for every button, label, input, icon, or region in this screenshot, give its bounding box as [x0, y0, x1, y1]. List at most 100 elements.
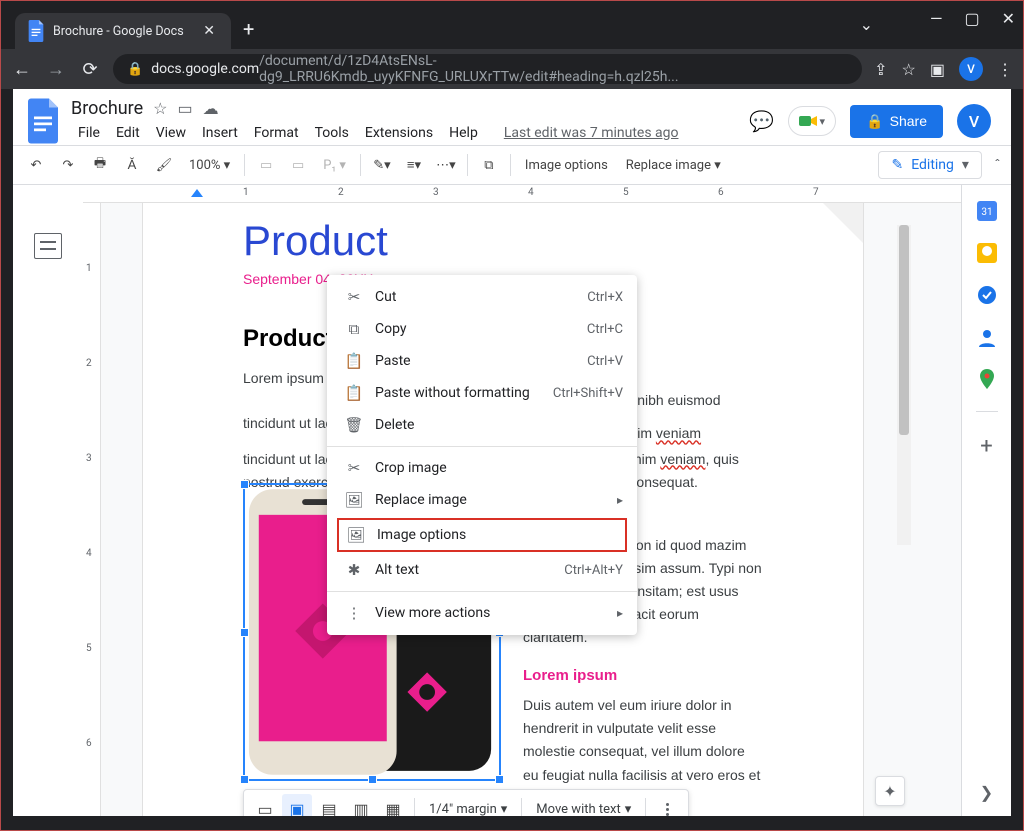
- extension-frame-icon[interactable]: ▣: [930, 60, 945, 79]
- mode-label: Editing: [911, 157, 954, 173]
- behind-text-button[interactable]: ▥: [346, 794, 376, 816]
- cm-view-more[interactable]: ⋮View more actions▸: [327, 597, 637, 629]
- menu-extensions[interactable]: Extensions: [358, 121, 440, 145]
- contacts-icon[interactable]: [977, 327, 997, 347]
- maximize-button[interactable]: ▢: [964, 9, 979, 28]
- image-options-button[interactable]: Image options: [519, 154, 614, 177]
- cm-replace-image[interactable]: 🖼Replace image▸: [327, 484, 637, 516]
- paste-plain-icon: 📋: [341, 384, 367, 402]
- editing-mode-select[interactable]: ✎ Editing ▾: [878, 151, 981, 179]
- cloud-status-icon[interactable]: ☁: [203, 99, 219, 118]
- star-icon[interactable]: ☆: [153, 99, 167, 118]
- document-canvas[interactable]: 1 2 3 4 5 6 7 1 2 3 4 5 6: [83, 185, 961, 816]
- outline-toggle-button[interactable]: [34, 233, 62, 259]
- cut-icon: ✂: [341, 288, 367, 306]
- add-on-button[interactable]: +: [980, 434, 992, 459]
- replace-image-button[interactable]: Replace image ▾: [620, 154, 727, 177]
- wrap-text-button[interactable]: ▣: [282, 794, 312, 816]
- more-icon: ⋮: [341, 604, 367, 622]
- tab-close-button[interactable]: ✕: [199, 23, 219, 39]
- tab-search-icon[interactable]: ⌄: [860, 15, 873, 34]
- lock-icon: 🔒: [127, 62, 143, 77]
- image-toolbar-overflow[interactable]: [652, 794, 682, 816]
- resize-handle[interactable]: [240, 628, 249, 637]
- border-dash-button[interactable]: ⋯▾: [433, 151, 459, 179]
- last-edit-link[interactable]: Last edit was 7 minutes ago: [497, 121, 686, 145]
- chrome-menu-icon[interactable]: ⋮: [997, 60, 1013, 79]
- spellcheck-button[interactable]: Ǎ: [119, 151, 145, 179]
- border-color-button[interactable]: ✎▾: [369, 151, 395, 179]
- vertical-scrollbar[interactable]: [897, 225, 911, 545]
- image-margin-select[interactable]: 1/4" margin ▾: [421, 798, 515, 817]
- horizontal-ruler[interactable]: 1 2 3 4 5 6 7: [83, 185, 961, 203]
- cm-delete[interactable]: 🗑Delete: [327, 409, 637, 441]
- maps-icon[interactable]: [977, 369, 997, 389]
- resize-handle[interactable]: [495, 775, 504, 784]
- vertical-ruler[interactable]: 1 2 3 4 5 6: [83, 203, 101, 816]
- zoom-select[interactable]: 100% ▾: [183, 154, 236, 177]
- url-path: /document/d/1zD4AtsENsL-dg9_LRRU6Kmdb_uy…: [259, 54, 848, 84]
- menu-edit[interactable]: Edit: [109, 121, 147, 145]
- back-button[interactable]: ←: [11, 59, 33, 80]
- menu-help[interactable]: Help: [442, 121, 485, 145]
- paste-icon: 📋: [341, 352, 367, 370]
- explore-button[interactable]: ✦: [875, 776, 905, 806]
- pencil-icon: ✎: [891, 157, 903, 173]
- close-window-button[interactable]: ✕: [1002, 9, 1015, 28]
- cm-image-options[interactable]: 🖼Image options: [343, 523, 621, 547]
- minimize-button[interactable]: —: [930, 9, 943, 28]
- menu-format[interactable]: Format: [247, 121, 306, 145]
- cm-paste-plain[interactable]: 📋Paste without formattingCtrl+Shift+V: [327, 377, 637, 409]
- cm-alt-text[interactable]: ✱Alt textCtrl+Alt+Y: [327, 554, 637, 586]
- calendar-icon[interactable]: 31: [977, 201, 997, 221]
- context-menu: ✂CutCtrl+X ⧉CopyCtrl+C 📋PasteCtrl+V 📋Pas…: [327, 275, 637, 635]
- resize-handle[interactable]: [240, 480, 249, 489]
- document-title[interactable]: Brochure: [71, 98, 143, 119]
- submenu-arrow-icon: ▸: [617, 493, 623, 507]
- copy-icon: ⧉: [341, 320, 367, 338]
- cm-cut[interactable]: ✂CutCtrl+X: [327, 281, 637, 313]
- bookmark-icon[interactable]: ☆: [902, 60, 916, 79]
- pink-subheading: Lorem ipsum: [523, 667, 763, 684]
- collapse-rail-icon[interactable]: ❯: [980, 783, 993, 802]
- browser-toolbar: ← → ⟳ 🔒 docs.google.com/document/d/1zD4A…: [1, 49, 1023, 89]
- new-tab-button[interactable]: +: [231, 9, 266, 49]
- share-url-icon[interactable]: ⇪: [874, 60, 887, 79]
- paint-format-button[interactable]: 🖌: [151, 151, 177, 179]
- break-text-button[interactable]: ▤: [314, 794, 344, 816]
- redo-button[interactable]: ↷: [55, 151, 81, 179]
- share-button[interactable]: 🔒 Share: [850, 105, 943, 138]
- reload-button[interactable]: ⟳: [79, 59, 101, 80]
- keep-icon[interactable]: [977, 243, 997, 263]
- meet-button[interactable]: ▾: [788, 106, 836, 136]
- comments-button[interactable]: 💬: [749, 109, 774, 133]
- move-icon[interactable]: ▭: [177, 99, 192, 118]
- address-bar[interactable]: 🔒 docs.google.com/document/d/1zD4AtsENsL…: [113, 54, 862, 84]
- browser-tab[interactable]: Brochure - Google Docs ✕: [15, 13, 231, 49]
- forward-button[interactable]: →: [45, 59, 67, 80]
- print-button[interactable]: 🖶: [87, 151, 113, 179]
- menu-insert[interactable]: Insert: [195, 121, 245, 145]
- toolbar-overflow-icon[interactable]: ˆ: [994, 156, 1001, 174]
- docs-logo-icon[interactable]: [25, 97, 61, 145]
- menu-tools[interactable]: Tools: [308, 121, 356, 145]
- border-weight-button[interactable]: ≡▾: [401, 151, 427, 179]
- lock-icon: 🔒: [866, 113, 883, 130]
- inline-wrap-button[interactable]: ▭: [250, 794, 280, 816]
- crop-button[interactable]: ⧉: [476, 151, 502, 179]
- google-docs-app: Brochure ☆ ▭ ☁ File Edit View Insert For…: [13, 89, 1011, 816]
- in-front-button[interactable]: ▦: [378, 794, 408, 816]
- menu-bar: File Edit View Insert Format Tools Exten…: [71, 121, 749, 145]
- chrome-profile-avatar[interactable]: V: [959, 57, 983, 81]
- cm-crop-image[interactable]: ✂Crop image: [327, 452, 637, 484]
- menu-file[interactable]: File: [71, 121, 107, 145]
- resize-handle[interactable]: [240, 775, 249, 784]
- cm-copy[interactable]: ⧉CopyCtrl+C: [327, 313, 637, 345]
- menu-view[interactable]: View: [149, 121, 193, 145]
- move-with-text-select[interactable]: Move with text ▾: [528, 798, 639, 817]
- cm-paste[interactable]: 📋PasteCtrl+V: [327, 345, 637, 377]
- undo-button[interactable]: ↶: [23, 151, 49, 179]
- resize-handle[interactable]: [368, 775, 377, 784]
- account-avatar[interactable]: V: [957, 104, 991, 138]
- tasks-icon[interactable]: [977, 285, 997, 305]
